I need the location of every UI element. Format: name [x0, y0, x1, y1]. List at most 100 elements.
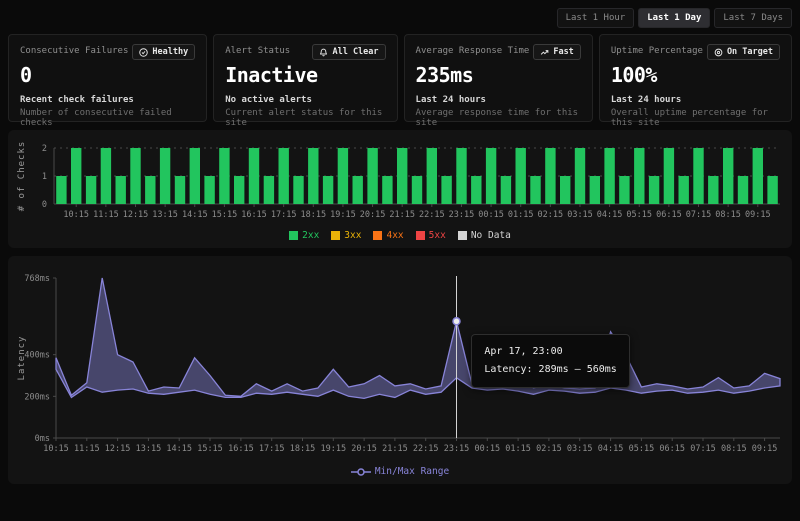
- svg-text:21:15: 21:15: [382, 444, 408, 454]
- svg-text:16:15: 16:15: [228, 444, 254, 454]
- card-value: 235ms: [416, 63, 581, 87]
- badge-label: Fast: [553, 47, 573, 57]
- svg-text:20:15: 20:15: [360, 210, 386, 220]
- svg-text:400ms: 400ms: [24, 351, 50, 361]
- trending-up-icon: [540, 48, 549, 57]
- legend-item-4xx: 4xx: [373, 230, 403, 241]
- legend-item-no data: No Data: [458, 230, 511, 241]
- card-subtitle: Last 24 hours: [611, 95, 780, 105]
- status-badge: Healthy: [132, 44, 195, 60]
- svg-text:2: 2: [42, 144, 47, 154]
- svg-text:10:15: 10:15: [63, 210, 89, 220]
- time-range-group: Last 1 Hour Last 1 Day Last 7 Days: [557, 8, 792, 28]
- card-subtitle: Last 24 hours: [416, 95, 581, 105]
- tooltip-value: Latency: 289ms – 560ms: [484, 361, 616, 379]
- svg-text:17:15: 17:15: [259, 444, 285, 454]
- svg-text:22:15: 22:15: [419, 210, 445, 220]
- card-description: Number of consecutive failed checks: [20, 108, 195, 128]
- topbar: Last 1 Hour Last 1 Day Last 7 Days: [0, 0, 800, 34]
- svg-text:11:15: 11:15: [93, 210, 119, 220]
- svg-text:19:15: 19:15: [330, 210, 356, 220]
- check-circle-icon: [139, 48, 148, 57]
- checks-chart-legend: 2xx 3xx 4xx 5xx No Data: [14, 228, 786, 246]
- tooltip-title: Apr 17, 23:00: [484, 343, 616, 361]
- card-value: 100%: [611, 63, 780, 87]
- svg-text:07:15: 07:15: [686, 210, 712, 220]
- svg-text:07:15: 07:15: [690, 444, 716, 454]
- svg-text:14:15: 14:15: [182, 210, 208, 220]
- latency-tooltip: Apr 17, 23:00 Latency: 289ms – 560ms: [471, 334, 629, 388]
- svg-text:11:15: 11:15: [74, 444, 100, 454]
- legend-item-minmax: Min/Max Range: [351, 466, 449, 477]
- svg-text:1: 1: [42, 172, 47, 182]
- legend-swatch-icon: [289, 231, 298, 240]
- badge-label: On Target: [727, 47, 773, 57]
- card-title: Alert Status: [225, 44, 290, 56]
- bell-icon: [319, 48, 328, 57]
- status-badge: Fast: [533, 44, 580, 60]
- svg-text:13:15: 13:15: [136, 444, 162, 454]
- card-title: Consecutive Failures: [20, 44, 128, 56]
- svg-text:19:15: 19:15: [321, 444, 347, 454]
- svg-text:16:15: 16:15: [241, 210, 267, 220]
- legend-swatch-icon: [458, 231, 467, 240]
- card-subtitle: Recent check failures: [20, 95, 195, 105]
- svg-text:02:15: 02:15: [536, 444, 562, 454]
- svg-text:10:15: 10:15: [43, 444, 69, 454]
- card-average-response-time: Average Response Time Fast 235ms Last 24…: [404, 34, 593, 122]
- svg-text:04:15: 04:15: [597, 210, 623, 220]
- legend-item-5xx: 5xx: [416, 230, 446, 241]
- card-title: Uptime Percentage: [611, 44, 703, 56]
- svg-text:08:15: 08:15: [721, 444, 747, 454]
- legend-item-2xx: 2xx: [289, 230, 319, 241]
- svg-text:18:15: 18:15: [301, 210, 327, 220]
- latency-chart-panel: 0ms200ms400ms768ms10:1511:1512:1513:1514…: [8, 256, 792, 484]
- svg-text:04:15: 04:15: [598, 444, 624, 454]
- status-badge: All Clear: [312, 44, 385, 60]
- svg-text:22:15: 22:15: [413, 444, 439, 454]
- svg-text:01:15: 01:15: [508, 210, 534, 220]
- svg-text:20:15: 20:15: [351, 444, 377, 454]
- svg-text:0ms: 0ms: [35, 434, 50, 444]
- svg-text:00:15: 00:15: [475, 444, 501, 454]
- svg-text:12:15: 12:15: [123, 210, 149, 220]
- card-description: Current alert status for this site: [225, 108, 385, 128]
- svg-text:01:15: 01:15: [505, 444, 531, 454]
- target-icon: [714, 48, 723, 57]
- stat-cards-row: Consecutive Failures Healthy 0 Recent ch…: [0, 34, 800, 122]
- legend-label: Min/Max Range: [375, 466, 449, 477]
- svg-text:05:15: 05:15: [629, 444, 655, 454]
- checks-bar-chart[interactable]: 01210:1511:1512:1513:1514:1515:1516:1517…: [14, 136, 786, 228]
- time-range-last-1-day[interactable]: Last 1 Day: [638, 8, 710, 28]
- card-value: 0: [20, 63, 195, 87]
- card-uptime-percentage: Uptime Percentage On Target 100% Last 24…: [599, 34, 792, 122]
- svg-text:23:15: 23:15: [449, 210, 475, 220]
- status-badge: On Target: [707, 44, 780, 60]
- svg-text:05:15: 05:15: [626, 210, 652, 220]
- checks-bar-chart-panel: 01210:1511:1512:1513:1514:1515:1516:1517…: [8, 130, 792, 248]
- svg-text:03:15: 03:15: [567, 210, 593, 220]
- latency-chart[interactable]: 0ms200ms400ms768ms10:1511:1512:1513:1514…: [14, 262, 786, 464]
- card-subtitle: No active alerts: [225, 95, 385, 105]
- svg-text:02:15: 02:15: [538, 210, 564, 220]
- legend-swatch-icon: [331, 231, 340, 240]
- svg-text:09:15: 09:15: [745, 210, 771, 220]
- svg-text:21:15: 21:15: [389, 210, 415, 220]
- legend-swatch-icon: [373, 231, 382, 240]
- svg-text:08:15: 08:15: [715, 210, 741, 220]
- svg-text:14:15: 14:15: [166, 444, 192, 454]
- card-value: Inactive: [225, 63, 385, 87]
- svg-text:Latency: Latency: [17, 336, 27, 381]
- card-description: Overall uptime percentage for this site: [611, 108, 780, 128]
- legend-item-3xx: 3xx: [331, 230, 361, 241]
- card-alert-status: Alert Status All Clear Inactive No activ…: [213, 34, 397, 122]
- svg-text:15:15: 15:15: [197, 444, 223, 454]
- time-range-last-7-days[interactable]: Last 7 Days: [714, 8, 792, 28]
- svg-text:18:15: 18:15: [290, 444, 316, 454]
- time-range-last-1-hour[interactable]: Last 1 Hour: [557, 8, 635, 28]
- svg-text:09:15: 09:15: [752, 444, 778, 454]
- latency-chart-legend: Min/Max Range: [14, 464, 786, 482]
- svg-text:00:15: 00:15: [478, 210, 504, 220]
- badge-label: All Clear: [332, 47, 378, 57]
- svg-text:06:15: 06:15: [656, 210, 682, 220]
